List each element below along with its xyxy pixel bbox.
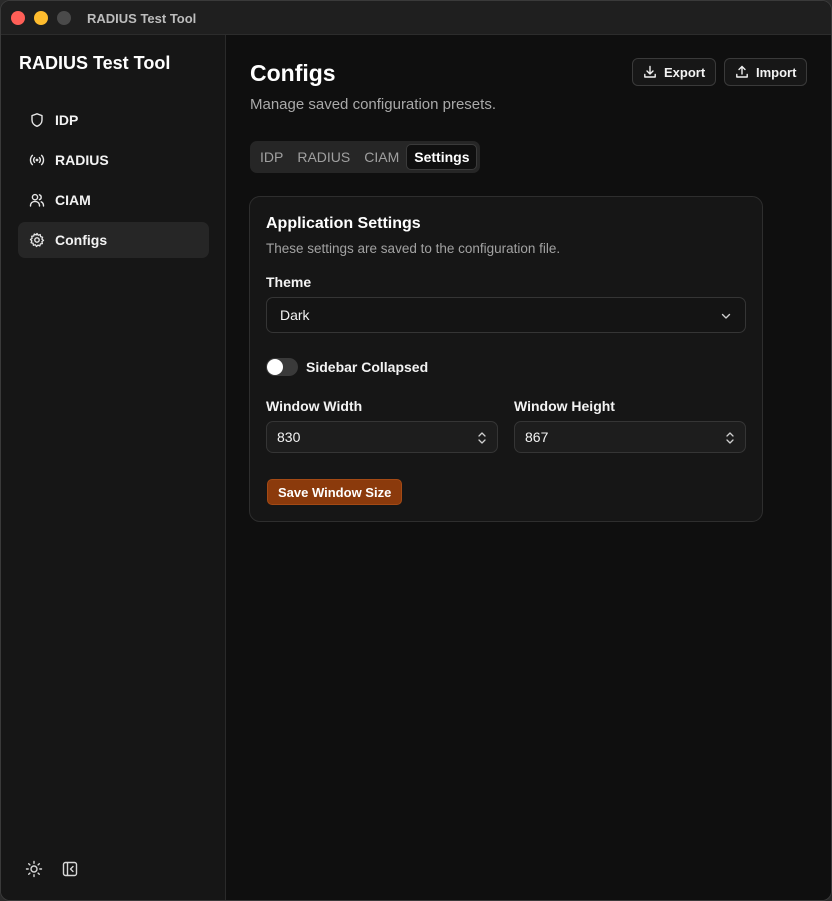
main-content: Configs Manage saved configuration prese… <box>227 35 831 900</box>
window-width-value: 830 <box>277 429 301 445</box>
export-label: Export <box>664 64 706 80</box>
chevron-down-icon <box>720 310 732 322</box>
app-window: RADIUS Test Tool RADIUS Test Tool IDP RA… <box>0 0 832 901</box>
sidebar: RADIUS Test Tool IDP RADIUS CIAM Configs <box>1 35 226 900</box>
app-name: RADIUS Test Tool <box>19 53 171 73</box>
sidebar-item-configs[interactable]: Configs <box>18 222 209 258</box>
sun-icon <box>25 860 43 878</box>
sidebar-item-label: IDP <box>55 112 79 128</box>
broadcast-icon <box>29 152 45 168</box>
application-settings-card: Application Settings These settings are … <box>249 196 763 522</box>
stepper-icon[interactable] <box>725 430 735 446</box>
collapse-sidebar-icon <box>61 860 79 878</box>
config-tabs: IDP RADIUS CIAM Settings <box>250 141 481 173</box>
collapse-sidebar-button[interactable] <box>61 860 79 878</box>
sidebar-item-label: Configs <box>55 232 108 248</box>
page-subtitle: Manage saved configuration presets. <box>250 96 496 113</box>
maximize-window-button[interactable] <box>57 11 71 25</box>
upload-icon <box>735 65 749 79</box>
window-title: RADIUS Test Tool <box>87 11 197 26</box>
sidebar-item-radius[interactable]: RADIUS <box>18 142 209 178</box>
export-button[interactable]: Export <box>632 58 717 86</box>
gear-icon <box>29 232 45 248</box>
window-height-input[interactable]: 867 <box>514 421 746 453</box>
tab-settings[interactable]: Settings <box>406 144 478 170</box>
tab-idp[interactable]: IDP <box>253 144 290 170</box>
sidebar-item-ciam[interactable]: CIAM <box>18 182 209 218</box>
save-window-size-button[interactable]: Save Window Size <box>267 479 403 505</box>
window-width-input[interactable]: 830 <box>266 421 498 453</box>
theme-toggle-button[interactable] <box>25 860 43 878</box>
toggle-knob <box>267 359 283 375</box>
minimize-window-button[interactable] <box>34 11 48 25</box>
card-description: These settings are saved to the configur… <box>266 241 561 256</box>
window-width-label: Window Width <box>266 398 363 414</box>
tab-ciam[interactable]: CIAM <box>357 144 406 170</box>
sidebar-item-label: CIAM <box>55 192 91 208</box>
tab-radius[interactable]: RADIUS <box>290 144 357 170</box>
sidebar-collapsed-toggle[interactable] <box>266 358 298 376</box>
theme-label: Theme <box>266 274 312 290</box>
close-window-button[interactable] <box>11 11 25 25</box>
card-title: Application Settings <box>266 215 421 232</box>
sidebar-item-label: RADIUS <box>55 152 109 168</box>
theme-select[interactable]: Dark <box>266 297 746 333</box>
window-height-label: Window Height <box>514 398 615 414</box>
window-height-value: 867 <box>525 429 549 445</box>
stepper-icon[interactable] <box>477 430 487 446</box>
shield-icon <box>29 112 45 128</box>
sidebar-item-idp[interactable]: IDP <box>18 102 209 138</box>
sidebar-collapsed-label: Sidebar Collapsed <box>306 359 429 375</box>
theme-value: Dark <box>280 307 310 323</box>
page-title: Configs <box>250 60 336 86</box>
import-label: Import <box>756 64 797 80</box>
save-window-size-label: Save Window Size <box>278 484 392 500</box>
users-icon <box>29 192 45 208</box>
download-icon <box>643 65 657 79</box>
title-bar: RADIUS Test Tool <box>1 1 831 35</box>
import-button[interactable]: Import <box>724 58 808 86</box>
